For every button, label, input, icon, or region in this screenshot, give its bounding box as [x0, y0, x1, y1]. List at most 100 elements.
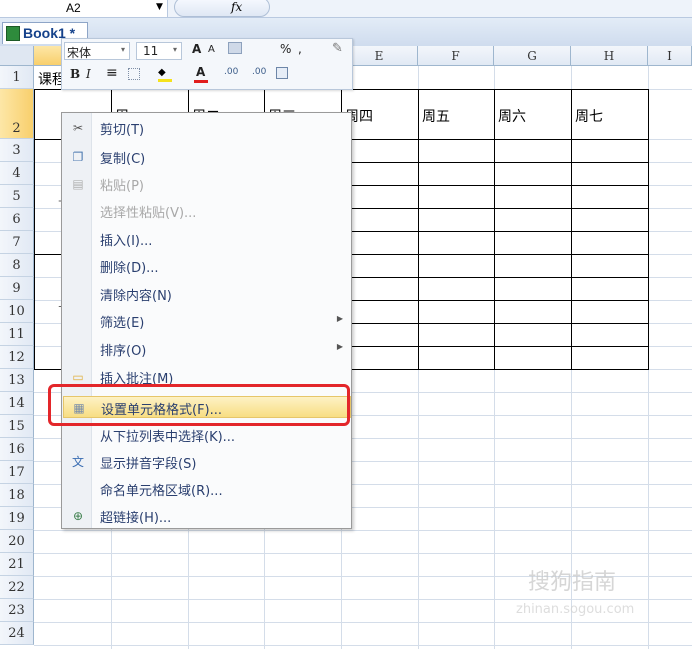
row-header-9[interactable]: 9	[0, 277, 34, 300]
row-header-15[interactable]: 15	[0, 415, 34, 438]
context-menu-item-14[interactable]: 命名单元格区域(R)...	[63, 478, 351, 500]
font-color-icon[interactable]: A	[194, 65, 208, 83]
context-menu: ✂ 剪切(T) ❐ 复制(C) ▤ 粘贴(P) 选择性粘贴(V)... 插入(I)... 删除(…	[61, 112, 352, 529]
styles-icon[interactable]	[228, 42, 242, 54]
row-header-4[interactable]: 4	[0, 162, 34, 185]
context-menu-item-7[interactable]: 清除内容(N)	[63, 283, 351, 305]
excel-file-icon	[6, 26, 20, 41]
context-menu-item-label: 显示拼音字段(S)	[100, 457, 197, 472]
row-header-24[interactable]: 24	[0, 622, 34, 645]
row-header-18[interactable]: 18	[0, 484, 34, 507]
context-menu-item-label: 粘贴(P)	[100, 179, 144, 194]
percent-style-icon[interactable]: %	[280, 42, 291, 56]
context-menu-item-label: 超链接(H)...	[100, 511, 172, 526]
increase-decimal-icon[interactable]: .00	[224, 67, 238, 77]
context-menu-item-4: 选择性粘贴(V)...	[63, 200, 351, 222]
cell-weekday-7[interactable]: 周七	[575, 106, 603, 126]
bold-icon[interactable]: B	[70, 67, 80, 81]
grow-font-icon[interactable]: A	[192, 42, 201, 56]
grid-line-horizontal	[34, 645, 692, 646]
column-header-i[interactable]: I	[648, 46, 692, 66]
column-header-h[interactable]: H	[571, 46, 648, 66]
column-header-f[interactable]: F	[418, 46, 494, 66]
format-painter-icon[interactable]: ✎	[332, 41, 343, 56]
chevron-down-icon: ▾	[173, 45, 178, 54]
context-menu-item-label: 清除内容(N)	[100, 289, 172, 304]
row-header-8[interactable]: 8	[0, 254, 34, 277]
row-header-5[interactable]: 5	[0, 185, 34, 208]
column-header-g[interactable]: G	[494, 46, 571, 66]
insert-function-button[interactable]: fx	[174, 0, 270, 17]
font-name-value: 宋体	[67, 46, 92, 60]
context-menu-item-13[interactable]: 文 显示拼音字段(S)	[63, 451, 351, 473]
submenu-arrow-icon: ▶	[336, 342, 343, 351]
context-menu-item-label: 排序(O)	[100, 344, 147, 359]
select-all-corner[interactable]	[0, 46, 34, 66]
submenu-arrow-icon: ▶	[336, 314, 343, 323]
context-menu-item-label: 剪切(T)	[100, 123, 145, 138]
table-border	[34, 89, 35, 370]
context-menu-item-label: 筛选(E)	[100, 316, 145, 331]
row-header-21[interactable]: 21	[0, 553, 34, 576]
font-size-combo[interactable]: 11 ▾	[136, 42, 182, 60]
decrease-decimal-icon[interactable]: .00	[252, 67, 266, 77]
row-header-12[interactable]: 12	[0, 346, 34, 369]
watermark-url: zhinan.sogou.com	[516, 602, 635, 617]
table-border	[571, 89, 572, 370]
row-header-3[interactable]: 3	[0, 139, 34, 162]
row-header-22[interactable]: 22	[0, 576, 34, 599]
align-center-icon[interactable]: ≡	[106, 65, 118, 81]
comma-style-icon[interactable]: ,	[298, 42, 302, 56]
mini-toolbar: 宋体 ▾ 11 ▾ A A % , ✎ B I ≡ ◆ A .00 .00	[61, 38, 353, 90]
italic-icon[interactable]: I	[86, 67, 91, 81]
row-header-2[interactable]: 2	[0, 89, 34, 139]
context-menu-item-5[interactable]: 插入(I)...	[63, 228, 351, 250]
row-header-13[interactable]: 13	[0, 369, 34, 392]
row-header-20[interactable]: 20	[0, 530, 34, 553]
row-header-17[interactable]: 17	[0, 461, 34, 484]
row-header-10[interactable]: 10	[0, 300, 34, 323]
context-menu-item-12[interactable]: 从下拉列表中选择(K)...	[63, 424, 351, 446]
comment-icon: ▭	[72, 370, 84, 384]
context-menu-item-2[interactable]: ❐ 复制(C)	[63, 146, 351, 168]
grid-line-horizontal	[34, 553, 692, 554]
context-menu-item-label: 插入(I)...	[100, 234, 153, 249]
context-menu-item-label: 选择性粘贴(V)...	[100, 206, 197, 221]
paste-icon: ▤	[72, 177, 84, 191]
row-header-14[interactable]: 14	[0, 392, 34, 415]
row-header-23[interactable]: 23	[0, 599, 34, 622]
scissors-icon: ✂	[72, 121, 84, 135]
context-menu-item-1[interactable]: ✂ 剪切(T)	[63, 117, 351, 139]
grid-line-horizontal	[34, 530, 692, 531]
row-header-19[interactable]: 19	[0, 507, 34, 530]
context-menu-item-label: 删除(D)...	[100, 261, 159, 276]
name-box[interactable]: A2 ▼	[0, 0, 168, 17]
shrink-font-icon[interactable]: A	[208, 44, 215, 55]
context-menu-item-8[interactable]: 筛选(E) ▶	[63, 310, 351, 332]
annotation-highlight-box	[48, 384, 350, 426]
context-menu-item-6[interactable]: 删除(D)...	[63, 255, 351, 277]
chevron-down-icon: ▾	[121, 45, 126, 54]
name-box-dropdown-icon[interactable]: ▼	[156, 2, 163, 12]
fill-color-icon[interactable]: ◆	[158, 67, 172, 82]
grid-line-horizontal	[34, 622, 692, 623]
font-name-combo[interactable]: 宋体 ▾	[64, 42, 130, 60]
context-menu-item-label: 从下拉列表中选择(K)...	[100, 430, 236, 445]
context-menu-item-15[interactable]: ⊕ 超链接(H)...	[63, 505, 351, 527]
cell-weekday-6[interactable]: 周六	[498, 106, 526, 126]
table-border	[418, 89, 419, 370]
cell-weekday-5[interactable]: 周五	[422, 106, 450, 126]
borders-icon[interactable]	[128, 68, 140, 80]
context-menu-item-9[interactable]: 排序(O) ▶	[63, 338, 351, 360]
row-header-16[interactable]: 16	[0, 438, 34, 461]
merge-cells-icon[interactable]	[276, 67, 288, 79]
watermark-logo: 搜狗指南	[528, 570, 617, 595]
row-header-7[interactable]: 7	[0, 231, 34, 254]
font-size-value: 11	[143, 44, 159, 58]
row-header-6[interactable]: 6	[0, 208, 34, 231]
row-header-1[interactable]: 1	[0, 66, 34, 89]
grid-line-horizontal	[34, 599, 692, 600]
copy-icon: ❐	[72, 150, 84, 164]
cell-reference: A2	[66, 1, 81, 15]
row-header-11[interactable]: 11	[0, 323, 34, 346]
